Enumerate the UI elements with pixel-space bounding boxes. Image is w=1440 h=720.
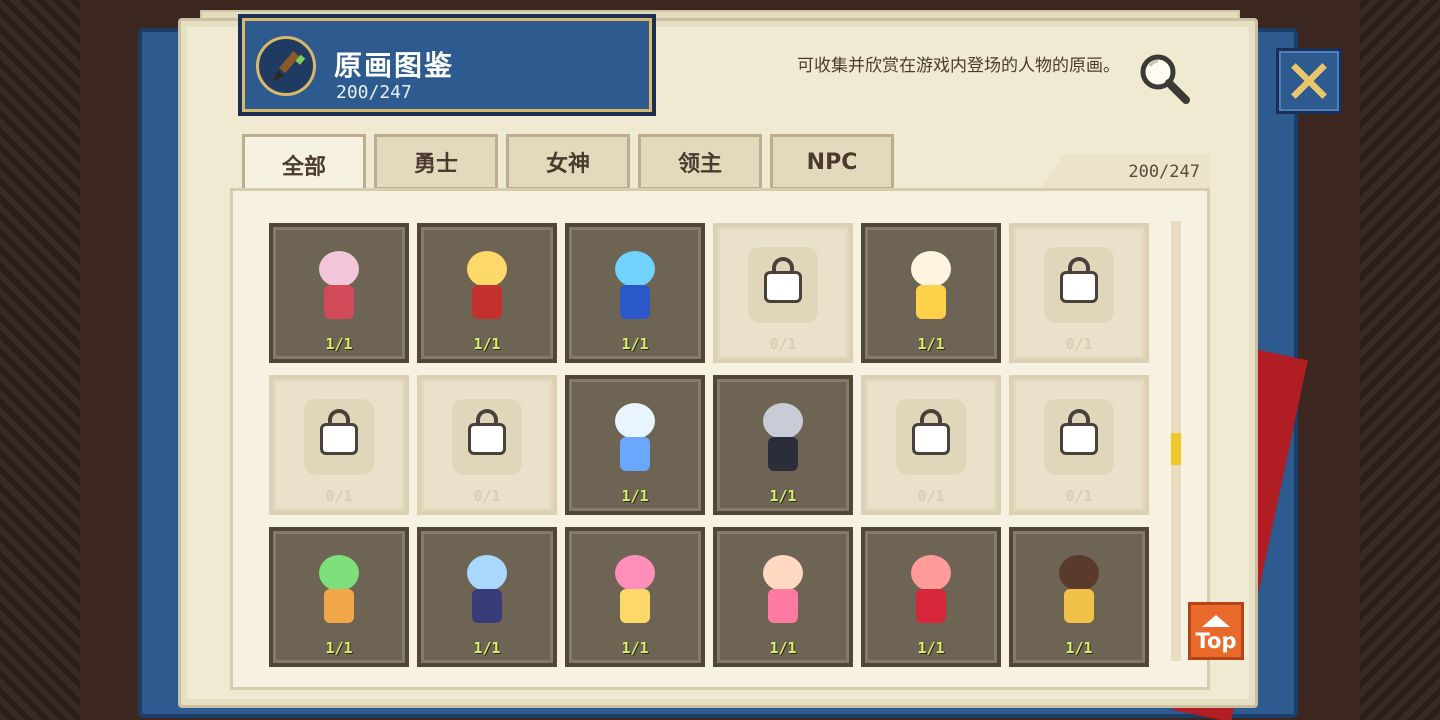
arrow-up-icon xyxy=(1202,615,1230,627)
collection-count: 200/247 xyxy=(336,82,412,103)
artwork-card-locked[interactable]: 0/1 xyxy=(269,375,409,515)
artwork-card[interactable]: 1/1 xyxy=(713,375,853,515)
artwork-count: 1/1 xyxy=(1065,639,1093,657)
artwork-card[interactable]: 1/1 xyxy=(417,223,557,363)
character-portrait xyxy=(602,401,668,473)
artwork-card[interactable]: 1/1 xyxy=(1009,527,1149,667)
lock-icon xyxy=(1060,256,1098,303)
character-portrait xyxy=(602,249,668,321)
artwork-count: 1/1 xyxy=(473,335,501,353)
artwork-count: 0/1 xyxy=(325,487,353,505)
tab-npc[interactable]: NPC xyxy=(770,134,894,190)
artwork-count: 1/1 xyxy=(917,639,945,657)
scroll-top-button[interactable]: Top xyxy=(1188,602,1244,660)
category-tabs: 全部 勇士 女神 领主 NPC xyxy=(242,134,894,192)
artwork-card[interactable]: 1/1 xyxy=(269,223,409,363)
artwork-count: 1/1 xyxy=(917,335,945,353)
left-pattern-panel xyxy=(0,0,80,720)
character-portrait xyxy=(898,553,964,625)
artwork-count: 0/1 xyxy=(1065,335,1093,353)
artwork-count: 1/1 xyxy=(769,487,797,505)
artwork-grid: 1/1 1/1 1/1 0/1 1/1 0/1 0/1 0/1 1/1 1/1 0/1 0/1 1/1 1… xyxy=(269,223,1161,667)
character-portrait xyxy=(1046,553,1112,625)
lock-icon xyxy=(912,408,950,455)
tab-goddess[interactable]: 女神 xyxy=(506,134,630,190)
artwork-count: 1/1 xyxy=(325,335,353,353)
artwork-card-locked[interactable]: 0/1 xyxy=(713,223,853,363)
artwork-card[interactable]: 1/1 xyxy=(269,527,409,667)
artwork-card[interactable]: 1/1 xyxy=(861,223,1001,363)
page-title: 原画图鉴 xyxy=(334,49,455,82)
character-portrait xyxy=(306,249,372,321)
tab-collection-count: 200/247 xyxy=(1040,154,1210,190)
artwork-card[interactable]: 1/1 xyxy=(861,527,1001,667)
artwork-count: 1/1 xyxy=(325,639,353,657)
artwork-grid-panel: 1/1 1/1 1/1 0/1 1/1 0/1 0/1 0/1 1/1 1/1 0/1 0/1 1/1 1… xyxy=(230,188,1210,690)
close-x-icon xyxy=(1291,63,1327,99)
artwork-count: 0/1 xyxy=(917,487,945,505)
artwork-card-locked[interactable]: 0/1 xyxy=(1009,223,1149,363)
artwork-count: 1/1 xyxy=(473,639,501,657)
top-button-label: Top xyxy=(1195,629,1237,653)
title-banner: 原画图鉴 200/247 xyxy=(238,14,656,116)
artwork-count: 1/1 xyxy=(621,487,649,505)
lock-icon xyxy=(1060,408,1098,455)
artwork-card-locked[interactable]: 0/1 xyxy=(417,375,557,515)
character-portrait xyxy=(306,553,372,625)
tab-all[interactable]: 全部 xyxy=(242,134,366,192)
character-portrait xyxy=(454,249,520,321)
right-pattern-panel xyxy=(1360,0,1440,720)
scrollbar[interactable] xyxy=(1171,221,1181,661)
artwork-card[interactable]: 1/1 xyxy=(713,527,853,667)
lock-icon xyxy=(468,408,506,455)
character-portrait xyxy=(750,401,816,473)
artwork-card[interactable]: 1/1 xyxy=(565,375,705,515)
artwork-card[interactable]: 1/1 xyxy=(417,527,557,667)
artwork-count: 1/1 xyxy=(621,639,649,657)
artwork-card-locked[interactable]: 0/1 xyxy=(861,375,1001,515)
artwork-card-locked[interactable]: 0/1 xyxy=(1009,375,1149,515)
magnifier-icon xyxy=(1140,54,1190,104)
artwork-count: 1/1 xyxy=(621,335,649,353)
tab-warrior[interactable]: 勇士 xyxy=(374,134,498,190)
character-portrait xyxy=(602,553,668,625)
lock-icon xyxy=(320,408,358,455)
character-portrait xyxy=(750,553,816,625)
close-button[interactable] xyxy=(1276,48,1342,114)
lock-icon xyxy=(764,256,802,303)
paintbrush-icon xyxy=(256,36,316,96)
artwork-count: 0/1 xyxy=(473,487,501,505)
artwork-count: 0/1 xyxy=(769,335,797,353)
search-button[interactable] xyxy=(1134,48,1194,108)
scroll-thumb[interactable] xyxy=(1171,433,1181,465)
character-portrait xyxy=(454,553,520,625)
artwork-count: 0/1 xyxy=(1065,487,1093,505)
tab-lord[interactable]: 领主 xyxy=(638,134,762,190)
artwork-card[interactable]: 1/1 xyxy=(565,527,705,667)
page-description: 可收集并欣赏在游戏内登场的人物的原画。 xyxy=(797,56,1120,76)
artwork-card[interactable]: 1/1 xyxy=(565,223,705,363)
artwork-count: 1/1 xyxy=(769,639,797,657)
character-portrait xyxy=(898,249,964,321)
